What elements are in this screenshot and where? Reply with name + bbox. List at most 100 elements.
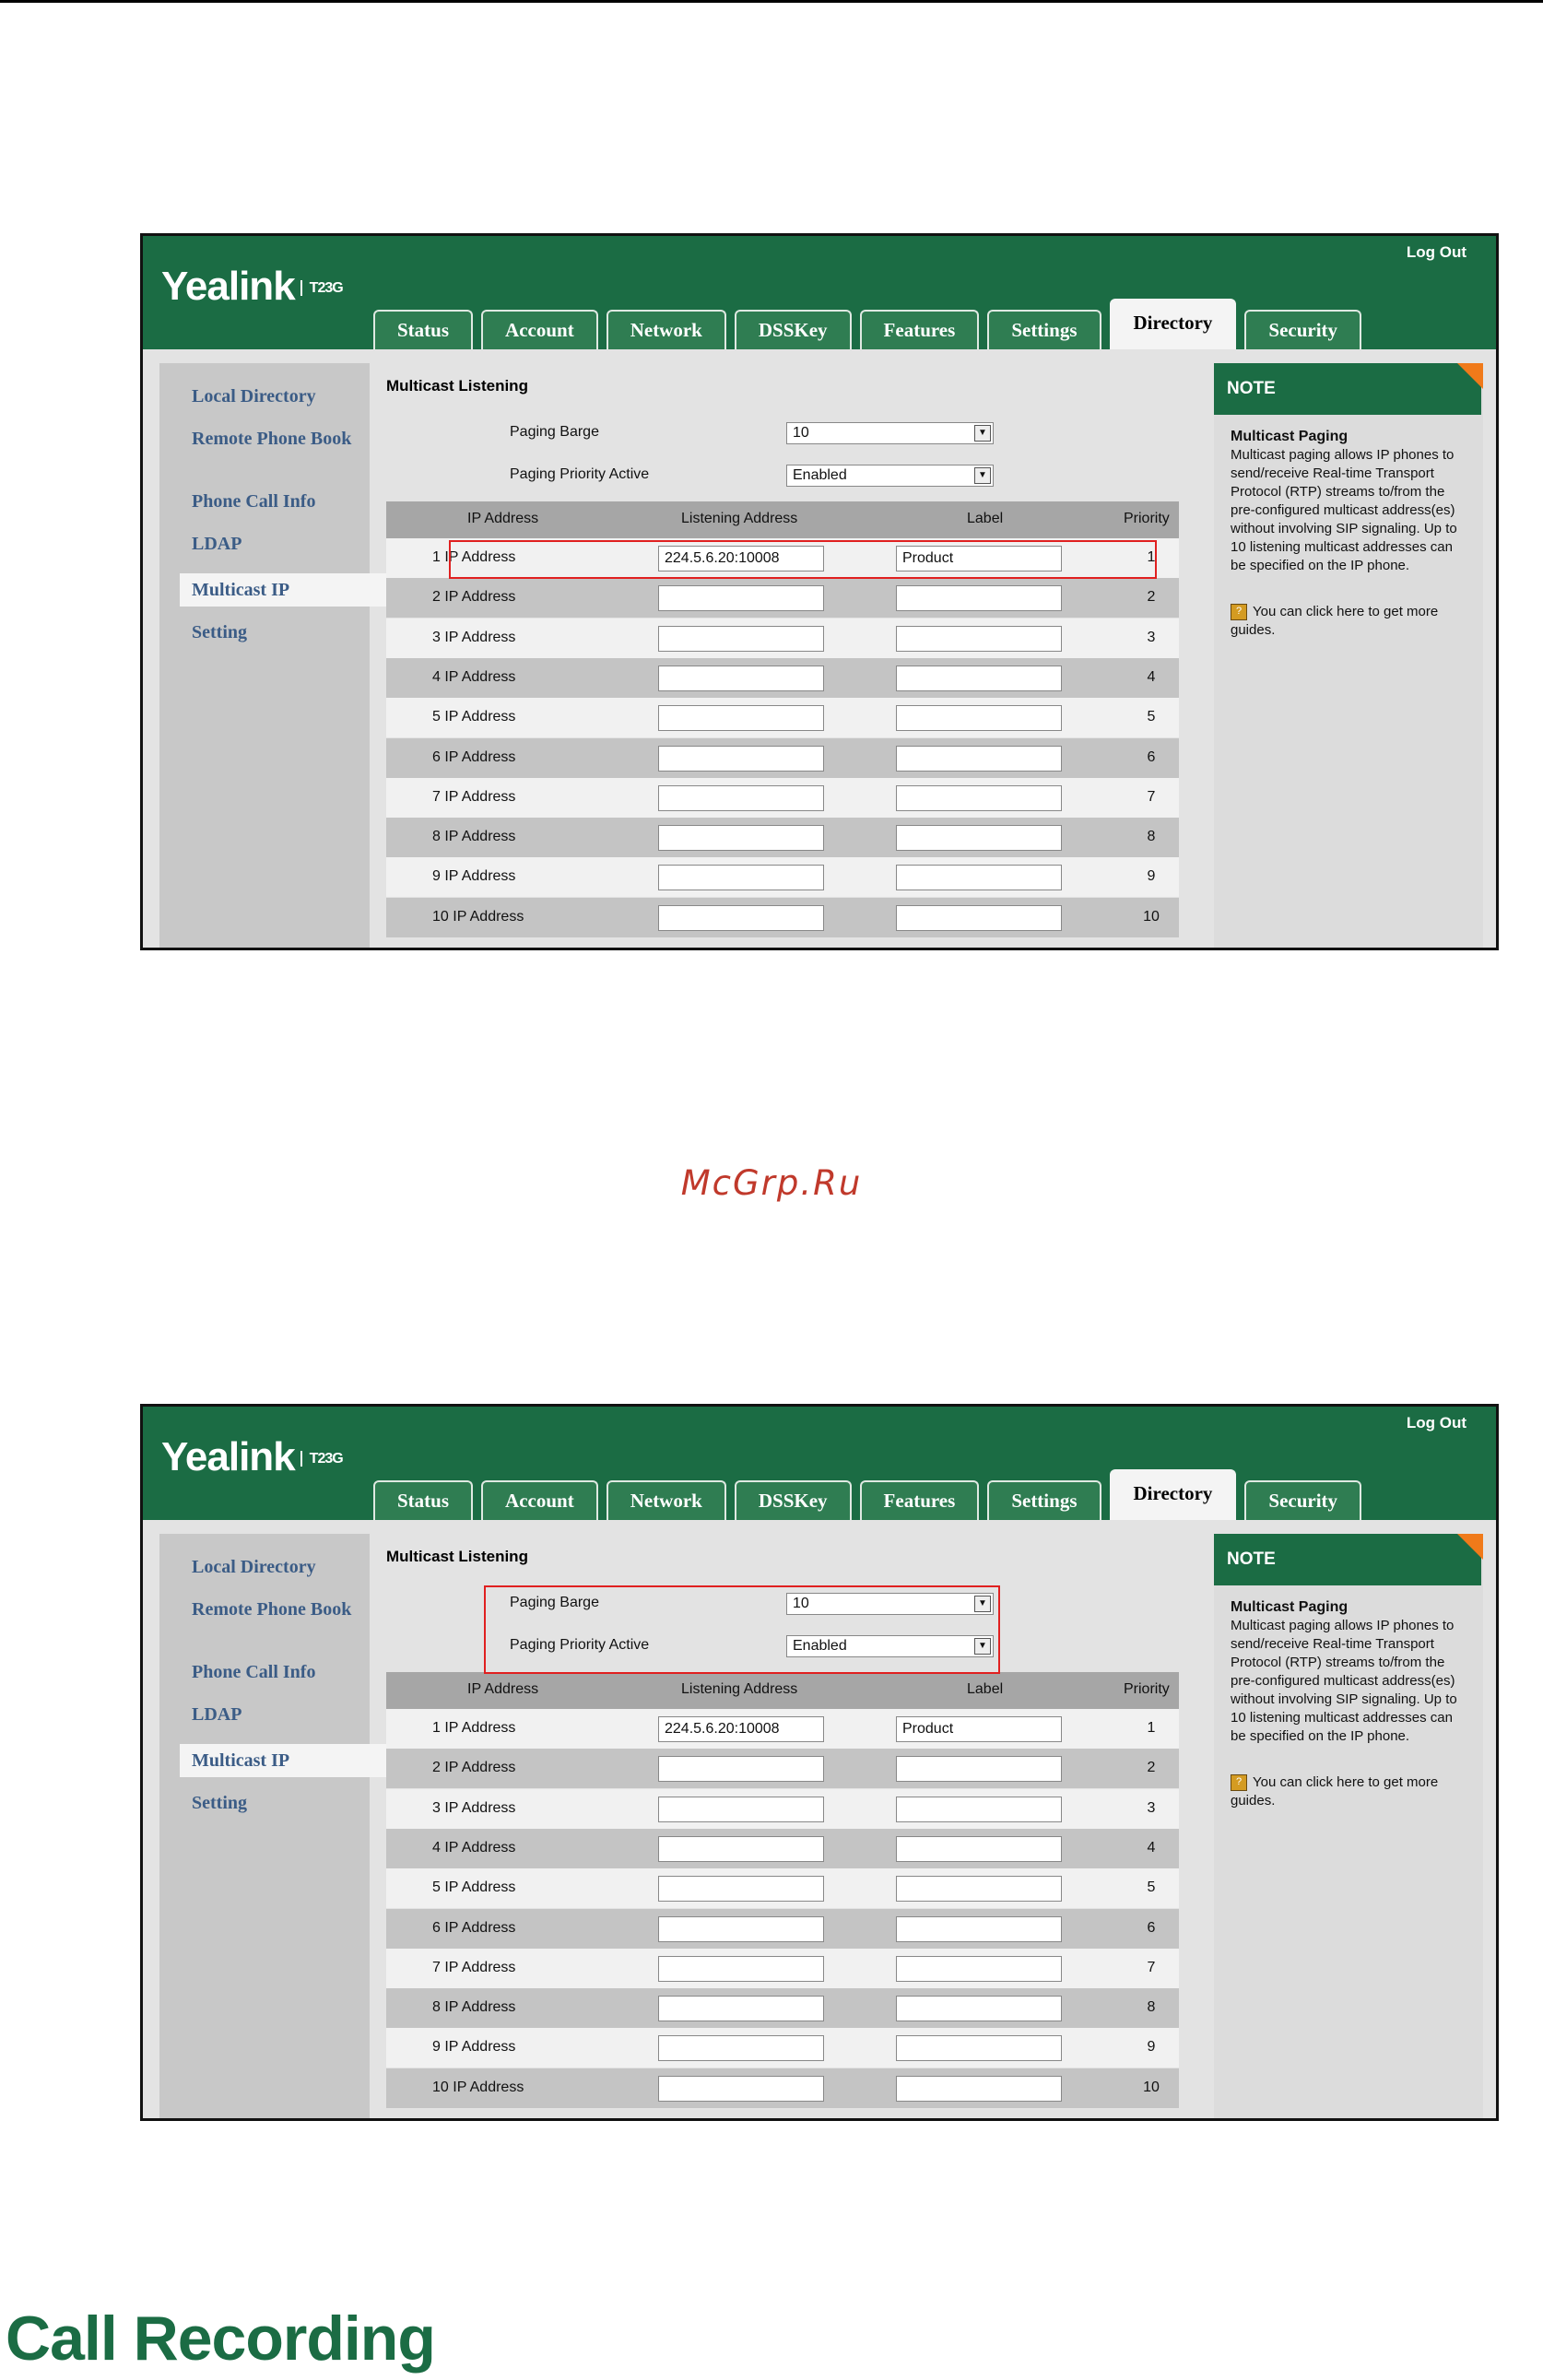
sidebar-item-phone-call-info[interactable]: Phone Call Info: [192, 1661, 358, 1683]
label-input[interactable]: [896, 825, 1062, 852]
logout-link[interactable]: Log Out: [1407, 243, 1466, 262]
label-input[interactable]: [896, 1996, 1062, 2022]
sidebar-item-remote-phone-book[interactable]: Remote Phone Book: [192, 1598, 358, 1620]
row-priority: 8: [1147, 829, 1156, 845]
table-row: 6 IP Address 6: [386, 737, 1179, 778]
tab-account[interactable]: Account: [481, 1480, 598, 1520]
col-ip-address: IP Address: [467, 1681, 539, 1697]
note-panel: NOTE Multicast Paging Multicast paging a…: [1214, 1534, 1483, 2118]
note-heading: Multicast Paging: [1231, 429, 1349, 444]
listening-address-input[interactable]: [658, 825, 824, 852]
listening-address-input[interactable]: [658, 625, 824, 652]
label-input[interactable]: [896, 1756, 1062, 1783]
paging-barge-select[interactable]: 10 ▼: [786, 422, 994, 444]
sidebar-item-multicast-ip[interactable]: Multicast IP: [180, 573, 392, 607]
listening-address-input[interactable]: [658, 904, 824, 931]
row-ip-label: 10 IP Address: [432, 2079, 524, 2095]
tab-features[interactable]: Features: [859, 1480, 980, 1520]
listening-address-input[interactable]: [658, 2075, 824, 2102]
row-priority: 3: [1147, 1799, 1156, 1816]
tab-network[interactable]: Network: [606, 1480, 726, 1520]
listening-address-input[interactable]: [658, 865, 824, 891]
label-input[interactable]: [896, 1955, 1062, 1982]
sidebar-item-setting[interactable]: Setting: [192, 1792, 358, 1814]
listening-address-input[interactable]: [658, 784, 824, 811]
listening-address-input[interactable]: [658, 1955, 824, 1982]
tab-features[interactable]: Features: [859, 310, 980, 349]
tab-network[interactable]: Network: [606, 310, 726, 349]
listening-address-input[interactable]: [658, 1796, 824, 1822]
listening-address-input[interactable]: [658, 585, 824, 612]
logout-link[interactable]: Log Out: [1407, 1414, 1466, 1432]
col-label: Label: [967, 511, 1004, 526]
label-input[interactable]: [896, 1796, 1062, 1822]
label-input[interactable]: [896, 904, 1062, 931]
row-ip-label: 5 IP Address: [432, 1879, 516, 1896]
paging-priority-select[interactable]: Enabled ▼: [786, 465, 994, 487]
table-row: 2 IP Address 2: [386, 578, 1179, 619]
tab-directory[interactable]: Directory: [1109, 1469, 1237, 1520]
sidebar-item-local-directory[interactable]: Local Directory: [192, 385, 358, 407]
sidebar-item-ldap[interactable]: LDAP: [192, 1703, 358, 1726]
listening-address-input[interactable]: [658, 1756, 824, 1783]
listening-address-input[interactable]: [658, 1835, 824, 1862]
row-ip-label: 8 IP Address: [432, 829, 516, 845]
row-ip-label: 7 IP Address: [432, 788, 516, 805]
listening-address-input[interactable]: [658, 665, 824, 691]
listening-address-input[interactable]: [658, 705, 824, 732]
listening-address-input[interactable]: [658, 1915, 824, 1942]
tab-status[interactable]: Status: [373, 310, 474, 349]
note-text: Multicast paging allows IP phones to sen…: [1231, 1618, 1457, 1744]
label-input[interactable]: [896, 784, 1062, 811]
sidebar-item-ldap[interactable]: LDAP: [192, 533, 358, 555]
table-row: 10 IP Address 10: [386, 2068, 1179, 2108]
label-input[interactable]: [896, 865, 1062, 891]
listening-address-input[interactable]: [658, 2035, 824, 2062]
sidebar-item-remote-phone-book[interactable]: Remote Phone Book: [192, 428, 358, 450]
note-body: Multicast Paging Multicast paging allows…: [1214, 1598, 1481, 1810]
listening-address-input[interactable]: [658, 745, 824, 772]
tab-dsskey[interactable]: DSSKey: [734, 310, 852, 349]
label-input[interactable]: [896, 585, 1062, 612]
sidebar: Local Directory Remote Phone Book Phone Ca…: [159, 1534, 392, 2118]
label-input[interactable]: [896, 625, 1062, 652]
table-row: 7 IP Address 7: [386, 777, 1179, 818]
label-input[interactable]: [896, 2035, 1062, 2062]
row-priority: 3: [1147, 629, 1156, 645]
label-input[interactable]: [896, 665, 1062, 691]
main-tabs: Status Account Network DSSKey Features Settin…: [373, 299, 1370, 349]
sidebar-item-multicast-ip[interactable]: Multicast IP: [180, 1744, 392, 1777]
sidebar-item-local-directory[interactable]: Local Directory: [192, 1556, 358, 1578]
section-heading: Call Recording: [6, 2303, 436, 2374]
note-body: Multicast Paging Multicast paging allows…: [1214, 428, 1481, 640]
listening-address-input[interactable]: [658, 1876, 824, 1903]
listening-address-input[interactable]: [658, 1996, 824, 2022]
guide-link[interactable]: ? You can click here to get more guides.: [1231, 1773, 1465, 1810]
tab-settings[interactable]: Settings: [987, 310, 1101, 349]
sidebar-item-phone-call-info[interactable]: Phone Call Info: [192, 490, 358, 513]
tab-security[interactable]: Security: [1244, 1480, 1362, 1520]
table-row: 1 IP Address 224.5.6.20:10008 Product 1: [386, 1709, 1179, 1749]
label-input[interactable]: [896, 1915, 1062, 1942]
tab-directory[interactable]: Directory: [1109, 299, 1237, 349]
row-priority: 6: [1147, 1919, 1156, 1936]
sidebar-item-setting[interactable]: Setting: [192, 621, 358, 643]
tab-status[interactable]: Status: [373, 1480, 474, 1520]
highlight-box: [484, 1585, 1000, 1674]
guide-link[interactable]: ? You can click here to get more guides.: [1231, 603, 1465, 640]
label-input[interactable]: [896, 745, 1062, 772]
tab-security[interactable]: Security: [1244, 310, 1362, 349]
label-input[interactable]: [896, 2075, 1062, 2102]
tab-account[interactable]: Account: [481, 310, 598, 349]
tab-settings[interactable]: Settings: [987, 1480, 1101, 1520]
label-input[interactable]: [896, 1835, 1062, 1862]
row-ip-label: 3 IP Address: [432, 629, 516, 645]
label-input[interactable]: Product: [896, 1716, 1062, 1742]
label-input[interactable]: [896, 705, 1062, 732]
row-priority: 6: [1147, 748, 1156, 765]
row-priority: 9: [1147, 2039, 1156, 2056]
listening-address-input[interactable]: 224.5.6.20:10008: [658, 1716, 824, 1742]
tab-dsskey[interactable]: DSSKey: [734, 1480, 852, 1520]
label-input[interactable]: [896, 1876, 1062, 1903]
web-ui-screenshot-2: Yealink T23G Log Out Status Account Network…: [140, 1404, 1499, 2121]
